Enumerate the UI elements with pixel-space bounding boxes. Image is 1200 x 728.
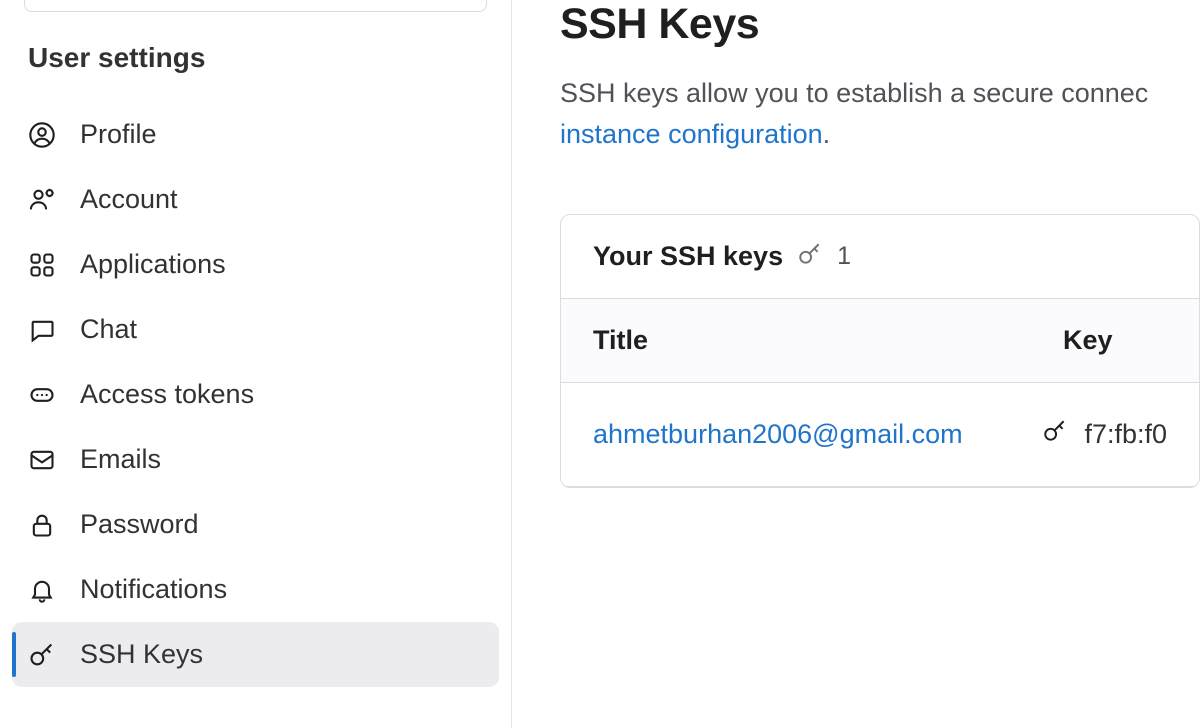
sidebar-item-label: Account [80,184,178,215]
sidebar-item-account[interactable]: Account [12,167,499,232]
sidebar-item-label: Chat [80,314,137,345]
ssh-key-title-link[interactable]: ahmetburhan2006@gmail.com [593,419,963,449]
lock-icon [28,511,56,539]
sidebar-item-chat[interactable]: Chat [12,297,499,362]
sidebar-item-access-tokens[interactable]: Access tokens [12,362,499,427]
sidebar-item-label: Emails [80,444,161,475]
sidebar-item-password[interactable]: Password [12,492,499,557]
column-key: Key [1063,325,1113,356]
instance-configuration-link[interactable]: instance configuration [560,119,823,149]
sidebar-heading: User settings [0,42,511,74]
sidebar-item-profile[interactable]: Profile [12,102,499,167]
key-fingerprint: f7:fb:f0 [1084,419,1167,450]
sidebar-item-label: Password [80,509,199,540]
sidebar-item-label: SSH Keys [80,639,203,670]
column-title: Title [593,325,1063,356]
sidebar-item-applications[interactable]: Applications [12,232,499,297]
table-row: ahmetburhan2006@gmail.com f7:fb:f0 [561,383,1199,487]
sidebar-item-label: Access tokens [80,379,254,410]
key-title-cell: ahmetburhan2006@gmail.com [593,419,1042,450]
sidebar-item-emails[interactable]: Emails [12,427,499,492]
sidebar-item-label: Notifications [80,574,227,605]
token-icon [28,381,56,409]
profile-icon [28,121,56,149]
key-icon [1042,418,1068,451]
description-text: SSH keys allow you to establish a secure… [560,78,1148,108]
search-box-outline [24,0,487,12]
bell-icon [28,576,56,604]
key-icon [28,641,56,669]
key-icon [797,241,823,272]
chat-icon [28,316,56,344]
key-fingerprint-cell: f7:fb:f0 [1042,418,1167,451]
page-description: SSH keys allow you to establish a secure… [560,73,1200,154]
table-header: Title Key [561,299,1199,383]
sidebar-item-label: Applications [80,249,226,280]
email-icon [28,446,56,474]
ssh-keys-card: Your SSH keys 1 Title Key ahmetburhan200… [560,214,1200,488]
account-icon [28,186,56,214]
page-title: SSH Keys [560,0,1200,49]
key-count: 1 [837,242,851,271]
sidebar-item-ssh-keys[interactable]: SSH Keys [12,622,499,687]
card-header-title: Your SSH keys [593,241,783,272]
sidebar-item-label: Profile [80,119,157,150]
main-content: SSH Keys SSH keys allow you to establish… [512,0,1200,728]
applications-icon [28,251,56,279]
nav-list: Profile Account Applications Chat Access [0,102,511,687]
sidebar-item-notifications[interactable]: Notifications [12,557,499,622]
card-header: Your SSH keys 1 [561,215,1199,299]
description-period: . [823,119,831,149]
sidebar: User settings Profile Account Applicatio… [0,0,512,728]
